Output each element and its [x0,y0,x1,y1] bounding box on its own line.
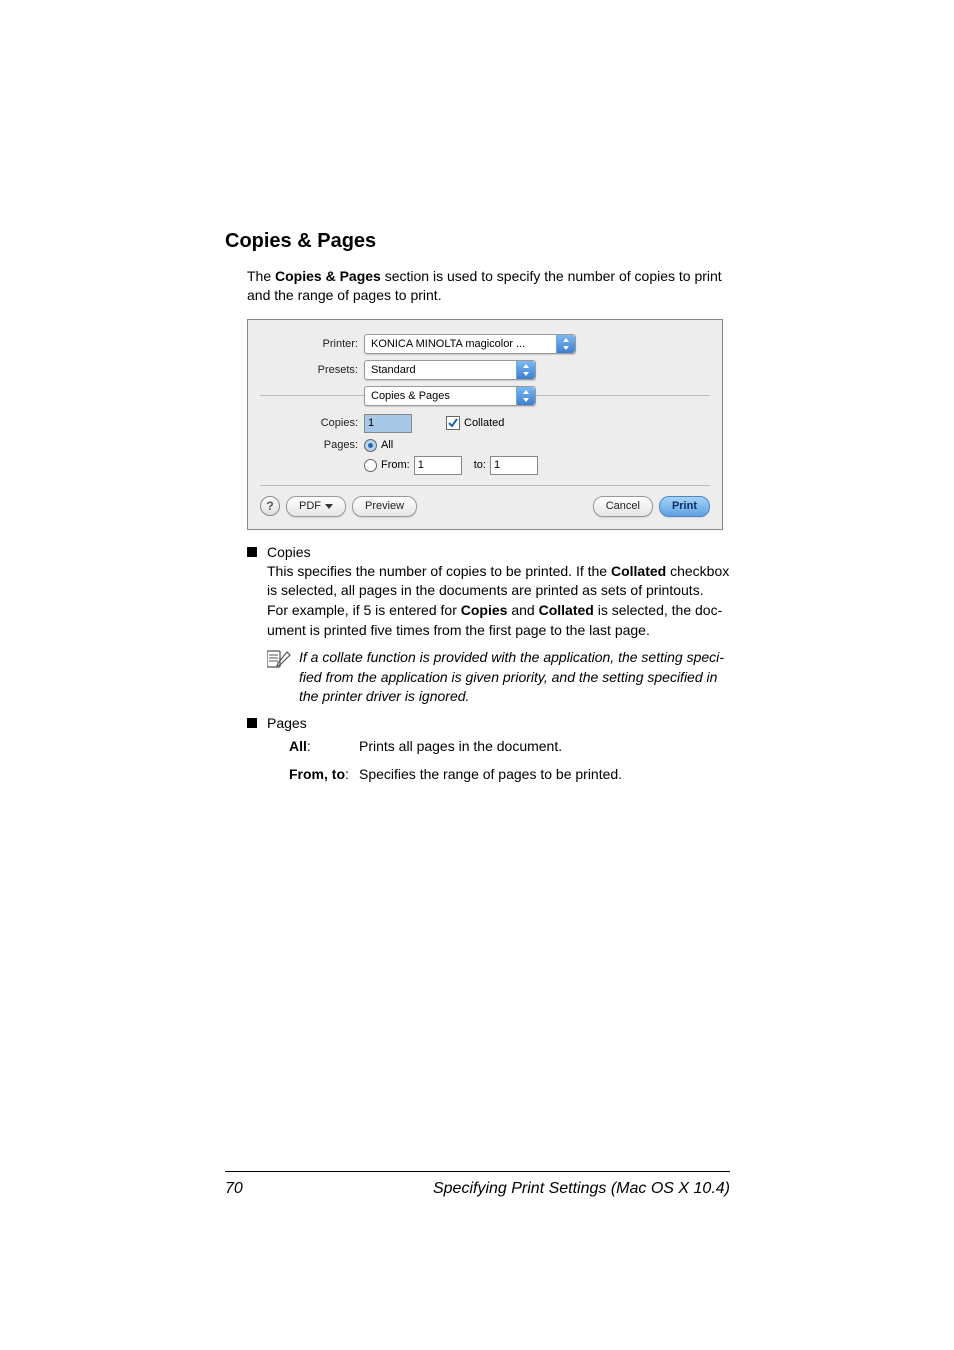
pages-label: Pages: [260,439,364,451]
pdf-menu-button[interactable]: PDF [286,496,346,517]
pages-all-label: All [381,439,393,451]
intro-pre: The [247,268,271,284]
panel-dropdown-value: Copies & Pages [365,390,516,402]
pages-to-label: to: [474,459,486,471]
presets-dropdown[interactable]: Standard [364,360,536,380]
printer-dropdown-value: KONICA MINOLTA magicolor ... [365,338,556,350]
pdf-button-label: PDF [299,500,321,512]
pages-to-input[interactable]: 1 [490,456,538,475]
def-fromto-desc: Specifies the range of pages to be print… [359,765,622,785]
print-button[interactable]: Print [659,496,710,517]
copies-item-body: This specifies the number of copies to b… [267,562,730,640]
help-button[interactable]: ? [260,496,280,516]
pages-from-input[interactable]: 1 [414,456,462,475]
print-dialog: Printer: KONICA MINOLTA magicolor ... Pr… [247,319,723,530]
footer-title: Specifying Print Settings (Mac OS X 10.4… [433,1180,730,1198]
pages-item-heading: Pages [267,715,307,731]
text-bold: From, to [289,766,345,782]
page-number: 70 [225,1180,243,1198]
text-span: : [345,766,349,782]
copies-input[interactable]: 1 [364,414,412,433]
def-all-term: All: [289,737,359,757]
preview-button-label: Preview [365,500,404,512]
text-span: For example, if 5 is entered for [267,602,457,618]
dropdown-arrows-icon [516,387,535,405]
print-button-label: Print [672,500,697,512]
text-span: This specifies the number of copies to b… [267,563,607,579]
text-span: and [511,602,534,618]
preview-button[interactable]: Preview [352,496,417,517]
presets-label: Presets: [260,364,364,376]
collated-checkbox[interactable] [446,416,460,430]
pages-all-radio[interactable] [364,439,377,452]
cancel-button[interactable]: Cancel [593,496,653,517]
note-text: If a collate function is provided with t… [299,648,730,707]
text-bold: Copies [461,602,508,618]
cancel-button-label: Cancel [606,500,640,512]
bullet-icon [247,718,257,728]
text-bold: Collated [611,563,666,579]
section-title: Copies & Pages [225,230,730,253]
dropdown-arrows-icon [556,335,575,353]
dropdown-arrows-icon [516,361,535,379]
pages-from-label: From: [381,459,410,471]
pages-from-value: 1 [418,459,424,471]
text-bold: All [289,738,307,754]
def-all-desc: Prints all pages in the document. [359,737,562,757]
pages-from-radio[interactable] [364,459,377,472]
presets-dropdown-value: Standard [365,364,516,376]
section-intro: The Copies & Pages section is used to sp… [247,267,730,305]
note-icon [267,649,291,707]
pages-to-value: 1 [494,459,500,471]
help-icon: ? [266,499,273,513]
panel-dropdown[interactable]: Copies & Pages [364,386,536,406]
printer-dropdown[interactable]: KONICA MINOLTA magicolor ... [364,334,576,354]
copies-label: Copies: [260,417,364,429]
printer-label: Printer: [260,338,364,350]
bullet-icon [247,547,257,557]
def-fromto-term: From, to: [289,765,359,785]
text-span: : [307,738,311,754]
chevron-down-icon [325,504,333,509]
copies-input-value: 1 [368,417,374,429]
footer-rule [225,1171,730,1172]
copies-item-heading: Copies [267,544,311,560]
collated-label: Collated [464,417,504,429]
intro-bold: Copies & Pages [275,268,381,284]
text-bold: Collated [539,602,594,618]
